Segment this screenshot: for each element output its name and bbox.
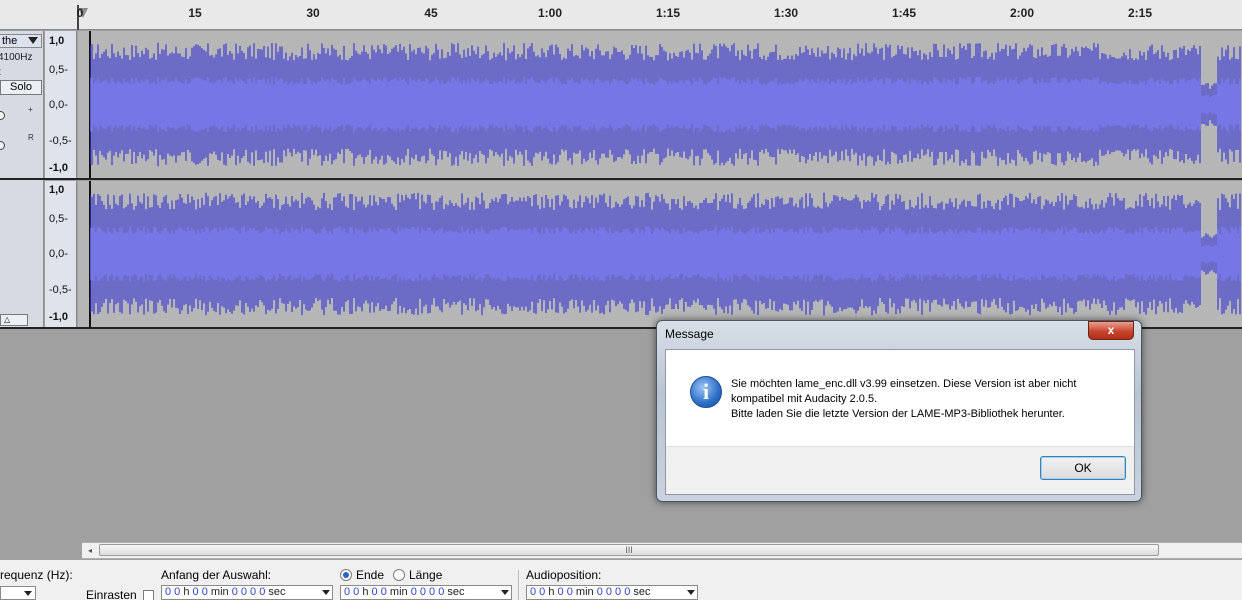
selection-start-time[interactable]: 0 0 h 0 0 min 0 0 0 0 sec xyxy=(161,585,333,600)
project-rate-select[interactable] xyxy=(0,586,36,600)
hours-unit: h xyxy=(548,586,555,598)
selection-toolbar: requenz (Hz): Einrasten Anfang der Auswa… xyxy=(0,560,1242,600)
ruler-label-1-00: 1:00 xyxy=(537,6,563,20)
message-line-3: Bitte laden Sie die letzte Version der L… xyxy=(731,408,1065,420)
seconds-unit: sec xyxy=(633,586,651,598)
scale-top: 1,0 xyxy=(49,35,65,47)
message-line-1: Sie möchten lame_enc.dll v3.99 einsetzen… xyxy=(731,378,1077,390)
hours-unit: h xyxy=(362,586,369,598)
seconds-unit: sec xyxy=(268,586,286,598)
close-button[interactable]: x xyxy=(1088,321,1134,340)
track-format: t xyxy=(0,67,1,78)
waveform-right-channel[interactable] xyxy=(78,181,1242,327)
snap-checkbox[interactable] xyxy=(143,590,154,600)
dialog-message: Sie möchten lame_enc.dll v3.99 einsetzen… xyxy=(731,377,1121,422)
waveform-rms xyxy=(90,226,1241,282)
ruler-label-45: 45 xyxy=(424,6,438,20)
waveform-left-channel[interactable] xyxy=(78,31,1242,178)
solo-button[interactable]: Solo xyxy=(0,80,42,95)
amplitude-scale-right: 1,0 0,5- 0,0- -0,5- -1,0 xyxy=(45,181,77,328)
length-radio[interactable] xyxy=(393,569,405,581)
ruler-label-1-30: 1:30 xyxy=(773,6,799,20)
dropdown-arrow-icon xyxy=(28,37,38,44)
audio-track: the 4100Hz t Solo + R △ 1,0 0,5- 0,0- -0… xyxy=(0,31,1242,329)
waveform-rms xyxy=(90,76,1241,133)
scale-half: 0,5- xyxy=(49,64,68,76)
message-dialog: Message x i Sie möchten lame_enc.dll v3.… xyxy=(656,320,1142,502)
gain-slider-knob[interactable] xyxy=(0,111,5,120)
start-minutes: 0 0 xyxy=(192,586,208,598)
scale-half: 0,5- xyxy=(49,213,68,225)
scale-bottom: -1,0 xyxy=(49,311,68,323)
dialog-body: i Sie möchten lame_enc.dll v3.99 einsetz… xyxy=(665,349,1135,495)
end-hours: 0 0 xyxy=(344,586,360,598)
ruler-label-2-00: 2:00 xyxy=(1009,6,1035,20)
timeline-ruler[interactable]: 0 15 30 45 1:00 1:15 1:30 1:45 2:00 2:15 xyxy=(0,0,1242,30)
ruler-label-1-45: 1:45 xyxy=(891,6,917,20)
hours-unit: h xyxy=(183,586,190,598)
horizontal-scrollbar[interactable]: ◂ III xyxy=(82,542,1242,559)
ruler-label-0: 0 xyxy=(76,6,84,20)
track-name: the xyxy=(2,35,18,47)
pan-right-mark: R xyxy=(28,133,34,142)
toolbar-divider xyxy=(518,570,519,600)
scale-neg-half: -0,5- xyxy=(49,135,72,147)
start-hours: 0 0 xyxy=(165,586,181,598)
scale-zero: 0,0- xyxy=(49,99,68,111)
ok-button[interactable]: OK xyxy=(1040,456,1126,480)
selection-start-label: Anfang der Auswahl: xyxy=(161,568,272,582)
end-minutes: 0 0 xyxy=(371,586,387,598)
track-sample-rate: 4100Hz xyxy=(0,52,33,63)
seconds-unit: sec xyxy=(447,586,465,598)
ruler-label-2-15: 2:15 xyxy=(1127,6,1153,20)
dropdown-arrow-icon[interactable] xyxy=(687,590,695,595)
waveform-graphic xyxy=(90,42,1241,167)
pan-slider-knob[interactable] xyxy=(0,141,5,150)
end-radio[interactable] xyxy=(340,569,352,581)
length-label: Länge xyxy=(409,568,443,582)
minutes-unit: min xyxy=(210,586,229,598)
gain-plus-mark: + xyxy=(28,105,33,114)
dialog-title: Message xyxy=(665,327,714,341)
ruler-label-15: 15 xyxy=(188,6,202,20)
dropdown-arrow-icon[interactable] xyxy=(501,590,509,595)
waveform-graphic xyxy=(90,192,1241,316)
information-icon: i xyxy=(690,376,722,408)
dialog-footer: OK xyxy=(666,446,1134,494)
collapse-track-button[interactable]: △ xyxy=(0,314,28,326)
dropdown-arrow-icon xyxy=(24,591,32,596)
minutes-unit: min xyxy=(389,586,408,598)
scale-top: 1,0 xyxy=(49,184,65,196)
ruler-label-30: 30 xyxy=(306,6,320,20)
minutes-unit: min xyxy=(575,586,594,598)
project-rate-label: requenz (Hz): xyxy=(0,568,73,582)
audio-position-time[interactable]: 0 0 h 0 0 min 0 0 0 0 sec xyxy=(526,585,698,600)
channel-separator xyxy=(0,178,1242,180)
position-hours: 0 0 xyxy=(530,586,546,598)
message-line-2: kompatibel mit Audacity 2.0.5. xyxy=(731,393,878,405)
ruler-label-1-15: 1:15 xyxy=(655,6,681,20)
end-label: Ende xyxy=(356,568,385,582)
selection-end-time[interactable]: 0 0 h 0 0 min 0 0 0 0 sec xyxy=(340,585,512,600)
scale-neg-half: -0,5- xyxy=(49,284,72,296)
audio-position-label: Audioposition: xyxy=(526,568,602,582)
scroll-left-arrow-icon[interactable]: ◂ xyxy=(82,543,98,558)
scrollbar-thumb[interactable]: III xyxy=(99,544,1159,556)
start-seconds: 0 0 0 0 xyxy=(231,586,266,598)
snap-label: Einrasten xyxy=(86,588,137,600)
track-name-menu[interactable]: the xyxy=(0,34,42,48)
amplitude-scale-left: 1,0 0,5- 0,0- -0,5- -1,0 xyxy=(45,31,77,178)
dropdown-arrow-icon[interactable] xyxy=(322,590,330,595)
end-seconds: 0 0 0 0 xyxy=(410,586,445,598)
position-seconds: 0 0 0 0 xyxy=(596,586,631,598)
scale-bottom: -1,0 xyxy=(49,162,68,174)
scale-zero: 0,0- xyxy=(49,248,68,260)
position-minutes: 0 0 xyxy=(557,586,573,598)
